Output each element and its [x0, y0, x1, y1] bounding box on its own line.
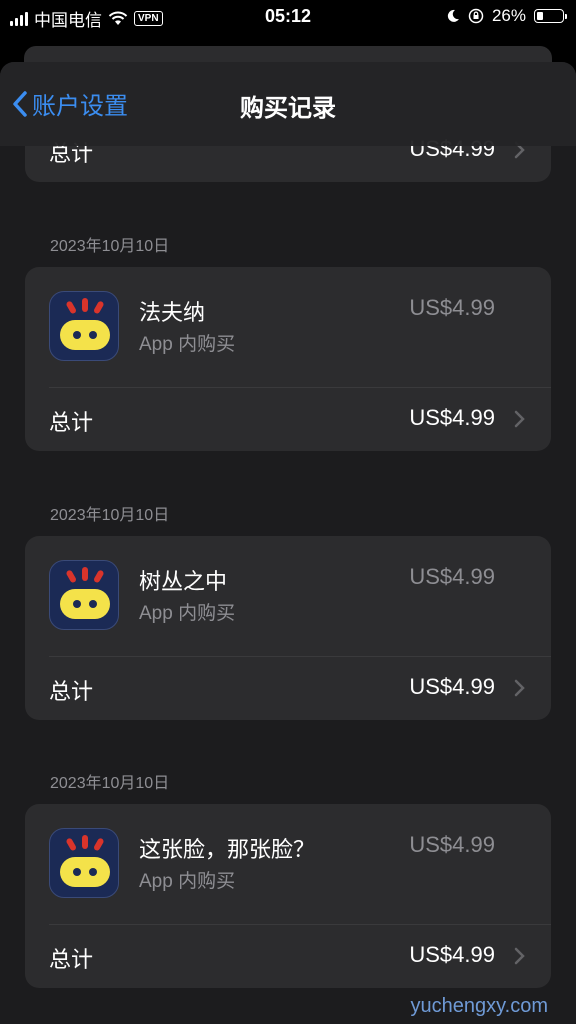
- item-price: US$4.99: [409, 564, 495, 589]
- purchase-card: 法夫纳 App 内购买 US$4.99 总计 US$4.99: [25, 267, 551, 451]
- purchase-date: 2023年10月10日: [50, 507, 170, 524]
- purchase-card: 树丛之中 App 内购买 US$4.99 总计 US$4.99: [25, 536, 551, 720]
- purchase-item[interactable]: 法夫纳 App 内购买 US$4.99: [25, 267, 551, 387]
- moon-icon: [447, 9, 459, 22]
- item-name: 这张脸，那张脸？: [139, 837, 316, 862]
- page-title: 购买记录: [240, 95, 336, 122]
- total-label: 总计: [49, 410, 94, 435]
- total-price: US$4.99: [409, 405, 495, 430]
- item-type: App 内购买: [139, 871, 236, 892]
- item-price: US$4.99: [409, 295, 495, 320]
- chevron-right-icon: [514, 410, 525, 428]
- navigation-bar: 账户设置 购买记录: [0, 62, 576, 146]
- total-price: US$4.99: [409, 942, 495, 967]
- item-name: 树丛之中: [139, 569, 228, 594]
- item-type: App 内购买: [139, 603, 236, 624]
- rotation-lock-icon: [468, 8, 484, 24]
- purchase-date: 2023年10月10日: [50, 238, 170, 255]
- purchase-date: 2023年10月10日: [50, 775, 170, 792]
- battery-percent: 26%: [491, 6, 526, 25]
- app-icon: [49, 291, 119, 361]
- total-row[interactable]: 总计 US$4.99: [25, 924, 551, 988]
- item-type: App 内购买: [139, 334, 236, 355]
- purchase-history-sheet: 总计 US$4.99 账户设置 购买记录 2023年10月10日 法夫纳 App…: [0, 62, 576, 1024]
- total-label: 总计: [49, 947, 94, 972]
- battery-icon: [534, 9, 567, 23]
- total-row[interactable]: 总计 US$4.99: [25, 387, 551, 451]
- app-icon: [49, 560, 119, 630]
- chevron-right-icon: [514, 679, 525, 697]
- status-right: 26%: [446, 6, 567, 26]
- watermark: yuchengxy.com: [410, 995, 548, 1017]
- total-label: 总计: [49, 679, 94, 704]
- item-name: 法夫纳: [139, 300, 206, 325]
- total-price: US$4.99: [409, 674, 495, 699]
- purchase-item[interactable]: 这张脸，那张脸？ App 内购买 US$4.99: [25, 804, 551, 924]
- status-bar: 中国电信 VPN 05:12 26%: [0, 0, 576, 34]
- purchase-card: 这张脸，那张脸？ App 内购买 US$4.99 总计 US$4.99: [25, 804, 551, 988]
- total-row[interactable]: 总计 US$4.99: [25, 656, 551, 720]
- purchase-item[interactable]: 树丛之中 App 内购买 US$4.99: [25, 536, 551, 656]
- chevron-right-icon: [514, 947, 525, 965]
- app-icon: [49, 828, 119, 898]
- item-price: US$4.99: [409, 832, 495, 857]
